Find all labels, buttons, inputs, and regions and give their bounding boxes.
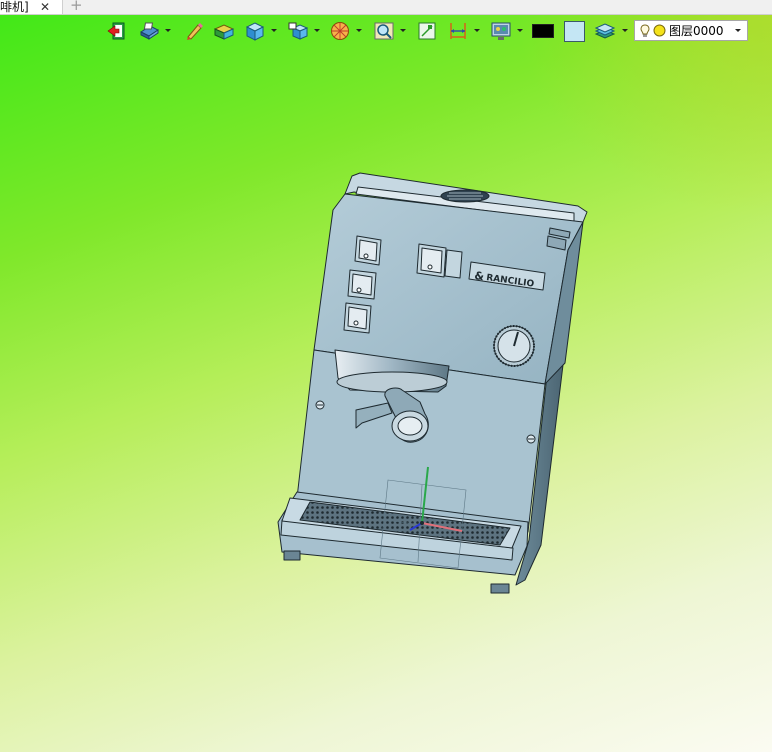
color-lightblue-swatch[interactable]	[563, 20, 585, 42]
dimension-icon[interactable]	[447, 20, 469, 42]
coffee-machine-model[interactable]: RANCILIO &	[0, 50, 772, 752]
layer-select-value: 图层0000	[669, 24, 724, 38]
render-sphere-icon[interactable]	[329, 20, 351, 42]
cube-dropdown-arrow[interactable]	[271, 29, 277, 33]
dimension-dropdown-arrow[interactable]	[474, 29, 480, 33]
tab-bar: 啡机] ✕ +	[0, 0, 772, 15]
color-black-swatch[interactable]	[532, 20, 554, 42]
3d-viewport[interactable]: RANCILIO &	[0, 50, 772, 752]
close-icon[interactable]: ✕	[40, 0, 50, 14]
part-cube-icon[interactable]	[287, 20, 309, 42]
display-dropdown-arrow[interactable]	[517, 29, 523, 33]
display-settings-icon[interactable]	[490, 20, 512, 42]
document-tab[interactable]: 啡机] ✕	[0, 0, 63, 14]
view-dropdown-arrow[interactable]	[400, 29, 406, 33]
exit-icon[interactable]	[106, 20, 128, 42]
layer-select[interactable]: 图层0000	[634, 20, 748, 41]
layers-icon[interactable]	[594, 20, 616, 42]
part-cube-dropdown-arrow[interactable]	[314, 29, 320, 33]
print-dropdown-arrow[interactable]	[165, 29, 171, 33]
fit-view-icon[interactable]	[416, 20, 438, 42]
layer-visible-icon[interactable]	[653, 24, 666, 37]
layers-dropdown-arrow[interactable]	[622, 29, 628, 33]
lightbulb-icon[interactable]	[640, 23, 650, 38]
tab-title: 啡机]	[0, 0, 29, 14]
print-icon[interactable]	[138, 20, 160, 42]
view-zoom-icon[interactable]	[373, 20, 395, 42]
solid-box-icon[interactable]	[213, 20, 235, 42]
add-tab-icon[interactable]: +	[70, 0, 83, 13]
pen-sketch-icon[interactable]	[183, 20, 205, 42]
cube-icon[interactable]	[244, 20, 266, 42]
render-dropdown-arrow[interactable]	[356, 29, 362, 33]
chevron-down-icon[interactable]	[735, 29, 741, 32]
